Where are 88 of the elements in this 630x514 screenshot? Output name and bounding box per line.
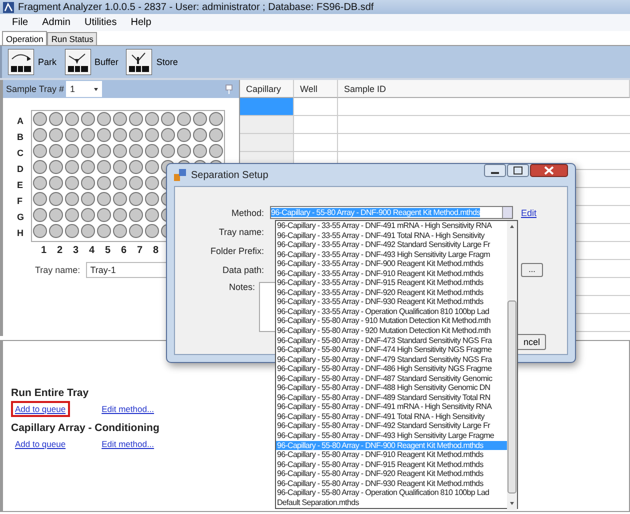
row-label: A <box>17 115 24 128</box>
sample-tray-label: Sample Tray # <box>6 84 64 94</box>
dialog-icon <box>174 169 186 181</box>
menu-item[interactable]: File <box>6 17 34 28</box>
minimize-button[interactable] <box>484 164 506 177</box>
list-option[interactable]: 96-Capillary - 55-80 Array - DNF-486 High Sensitivity NGS Fragme <box>276 364 507 374</box>
list-option[interactable]: 96-Capillary - 33-55 Array - DNF-491 Total RNA - High Sensitivity <box>276 230 507 240</box>
row-label: H <box>17 227 24 240</box>
tray-name-label: Tray name: <box>35 265 80 275</box>
row-label: D <box>17 163 24 176</box>
instrument-icon[interactable] <box>8 49 34 75</box>
link[interactable]: Edit method... <box>98 401 158 417</box>
list-option[interactable]: 96-Capillary - 55-80 Array - 910 Mutation Detection Kit Method.mth <box>276 316 507 326</box>
column-label: 3 <box>73 245 80 256</box>
column-header[interactable]: Well <box>294 80 338 98</box>
link[interactable]: Add to queue <box>11 401 70 417</box>
list-option[interactable]: 96-Capillary - 55-80 Array - DNF-474 High Sensitivity NGS Fragme <box>276 345 507 355</box>
list-option[interactable]: 96-Capillary - 33-55 Array - DNF-491 mRNA - High Sensitivity RNA <box>276 221 507 231</box>
menu-item[interactable]: Admin <box>36 17 76 28</box>
toolbar-button[interactable]: Park <box>38 57 57 67</box>
list-option[interactable]: 96-Capillary - 55-80 Array - DNF-489 Standard Sensitivity Total RN <box>276 392 507 402</box>
notes-field[interactable] <box>259 282 276 332</box>
list-option[interactable]: Default Separation.mthds <box>276 498 507 508</box>
caret-icon <box>94 88 98 90</box>
row-label: B <box>17 131 24 144</box>
tab[interactable]: Run Status <box>47 32 98 45</box>
link[interactable]: Edit method... <box>98 436 158 452</box>
list-option[interactable]: 96-Capillary - 33-55 Array - DNF-920 Reagent Kit Method.mthds <box>276 288 507 298</box>
column-label: 1 <box>41 245 48 256</box>
scrollbar[interactable] <box>507 221 517 510</box>
section-title: Capillary Array - Conditioning <box>11 422 160 434</box>
column-label: 8 <box>153 245 160 256</box>
list-option[interactable]: 96-Capillary - 55-80 Array - DNF-473 Standard Sensitivity NGS Fra <box>276 336 507 346</box>
column-header[interactable]: Capillary <box>240 80 294 98</box>
cancel-button[interactable]: ncel <box>518 334 546 350</box>
list-option[interactable]: 96-Capillary - 55-80 Array - DNF-493 High Sensitivity Large Fragme <box>276 431 507 441</box>
dialog-title: Separation Setup <box>191 170 268 180</box>
row-label: F <box>17 195 24 208</box>
list-option[interactable]: 96-Capillary - 55-80 Array - DNF-492 Standard Sensitivity Large Fr <box>276 421 507 432</box>
close-button[interactable] <box>530 164 568 177</box>
list-option[interactable]: 96-Capillary - 33-55 Array - DNF-930 Reagent Kit Method.mthds <box>276 297 507 307</box>
list-option[interactable]: 96-Capillary - 55-80 Array - 920 Mutation Detection Kit Method.mth <box>276 326 507 336</box>
list-option[interactable]: 96-Capillary - 55-80 Array - DNF-479 Standard Sensitivity NGS Fra <box>276 354 507 364</box>
list-option[interactable]: 96-Capillary - 55-80 Array - DNF-491 mRNA - High Sensitivity RNA <box>276 402 507 412</box>
section-title: Run Entire Tray <box>11 387 89 399</box>
list-option[interactable]: 96-Capillary - 55-80 Array - Operation Qualification 810 100bp Lad <box>276 488 507 498</box>
column-label: 2 <box>57 245 64 256</box>
list-option[interactable]: 96-Capillary - 55-80 Array - DNF-487 Standard Sensitivity Genomic <box>276 374 507 384</box>
edit-link[interactable]: Edit <box>521 208 537 218</box>
list-option[interactable]: 96-Capillary - 33-55 Array - DNF-493 High Sensitivity Large Fragm <box>276 250 507 260</box>
browse-button[interactable]: ... <box>521 262 543 276</box>
maximize-button[interactable] <box>507 164 529 177</box>
data-path-label: Data path: <box>221 264 265 274</box>
list-option[interactable]: 96-Capillary - 33-55 Array - DNF-910 Reagent Kit Method.mthds <box>276 268 507 278</box>
notes-label: Notes: <box>229 282 256 292</box>
list-option[interactable]: 96-Capillary - 55-80 Array - DNF-910 Reagent Kit Method.mthds <box>276 450 507 460</box>
column-label: 4 <box>89 245 96 256</box>
toolbar-button[interactable]: Store <box>156 57 178 67</box>
list-option[interactable]: 96-Capillary - 55-80 Array - DNF-491 Total RNA - High Sensitivity <box>276 412 507 422</box>
list-option[interactable]: 96-Capillary - 55-80 Array - DNF-920 Reagent Kit Method.mthds <box>276 469 507 479</box>
row-label: G <box>17 211 26 224</box>
folder-prefix-label: Folder Prefix: <box>209 246 265 256</box>
menu-item[interactable]: Utilities <box>78 17 123 28</box>
instrument-icon[interactable] <box>126 49 152 75</box>
list-option[interactable]: 96-Capillary - 33-55 Array - DNF-492 Standard Sensitivity Large Fr <box>276 240 507 250</box>
column-label: 6 <box>121 245 128 256</box>
list-option[interactable]: 96-Capillary - 55-80 Array - DNF-930 Reagent Kit Method.mthds <box>276 478 507 488</box>
instrument-icon[interactable] <box>64 49 91 75</box>
list-option[interactable]: 96-Capillary - 33-55 Array - DNF-900 Reagent Kit Method.mthds <box>276 259 507 269</box>
window-title: Fragment Analyzer 1.0.0.5 - 2837 - User: administrator ; Database: FS96-DB.sdf <box>18 2 374 12</box>
link[interactable]: Add to queue <box>11 436 70 452</box>
list-option[interactable]: 96-Capillary - 55-80 Array - DNF-915 Reagent Kit Method.mthds <box>276 460 507 470</box>
tray-name-label: Tray name: <box>218 226 265 236</box>
tray-dropdown[interactable]: 1 <box>66 81 102 97</box>
pin-icon[interactable] <box>224 84 234 94</box>
menu-item[interactable]: Help <box>124 17 158 28</box>
row-label: E <box>17 179 24 192</box>
column-header[interactable]: Sample ID <box>338 80 630 98</box>
list-option[interactable]: 96-Capillary - 33-55 Array - Operation Qualification 810 100bp Lad <box>276 306 507 316</box>
column-label: 7 <box>137 245 144 256</box>
column-label: 5 <box>105 245 112 256</box>
method-label: Method: <box>230 208 265 218</box>
tab[interactable]: Operation <box>2 31 48 45</box>
row-label: C <box>17 147 24 160</box>
list-option[interactable]: 96-Capillary - 55-80 Array - DNF-488 High Sensitivity Genomic DN <box>276 383 507 393</box>
toolbar-button[interactable]: Buffer <box>94 57 118 67</box>
list-option[interactable]: 96-Capillary - 33-55 Array - DNF-915 Reagent Kit Method.mthds <box>276 278 507 288</box>
table-cell[interactable] <box>240 98 294 116</box>
